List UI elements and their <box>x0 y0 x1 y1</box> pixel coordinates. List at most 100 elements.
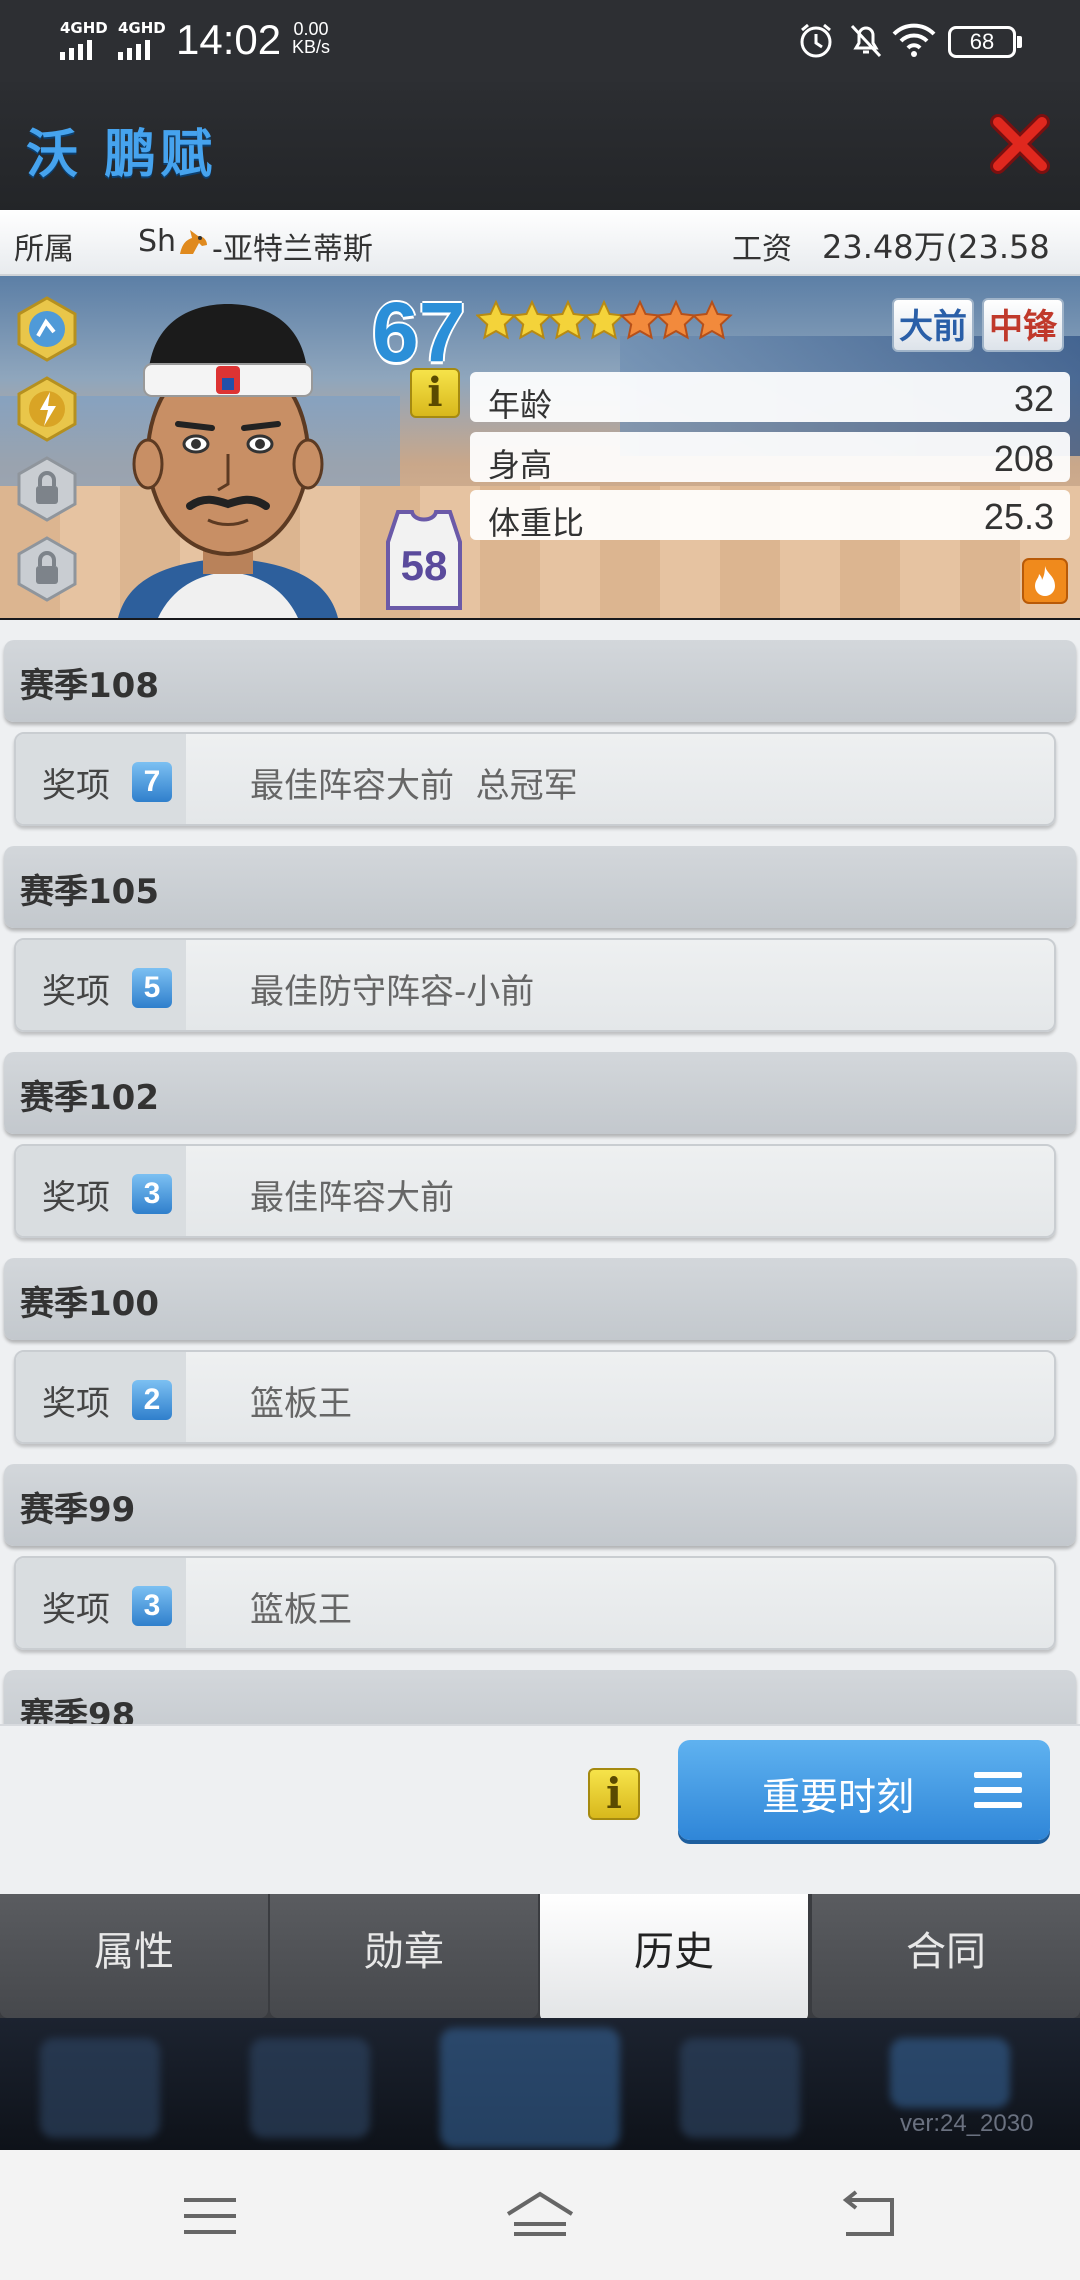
award-row[interactable]: 奖项 3 篮板王 <box>14 1556 1056 1650</box>
dock-item[interactable] <box>440 2028 620 2148</box>
version-label: ver:24_2030 <box>900 2110 1034 2137</box>
network-indicator-1: 4GHD <box>60 19 108 37</box>
net-speed-value: 0.00 <box>293 19 329 39</box>
season-title: 赛季98 <box>20 1696 136 1724</box>
clock: 14:02 <box>176 16 282 63</box>
horse-logo-icon <box>180 230 207 254</box>
battery-tip <box>1017 36 1022 48</box>
title-bar: 沃 鹏赋 <box>0 82 1080 210</box>
team-salary-strip: 所属 Sh -亚特兰蒂斯 工资 23.48万(23.58万) <box>0 210 1080 312</box>
season-title: 赛季108 <box>20 666 159 706</box>
menu-icon <box>974 1772 1022 1808</box>
award-row[interactable]: 奖项 3 最佳阵容大前 <box>14 1144 1056 1238</box>
home-icon[interactable] <box>504 2190 576 2238</box>
net-speed-unit: KB/s <box>292 37 331 57</box>
stat-row-weight-ratio: 体重比 25.3 <box>470 490 1070 542</box>
award-text: 最佳阵容大前 <box>250 1178 454 1218</box>
dock-item[interactable] <box>250 2038 370 2138</box>
back-icon[interactable] <box>842 2190 896 2238</box>
award-label: 奖项 <box>42 766 110 806</box>
stat-label: 身高 <box>488 446 553 484</box>
jersey-number: 58 <box>400 542 448 589</box>
game-dock: ver:24_2030 <box>0 2018 1080 2150</box>
stat-row-height: 身高 208 <box>470 432 1070 484</box>
tab-history[interactable]: 历史 <box>540 1894 808 2022</box>
award-row[interactable]: 奖项 7 最佳阵容大前 总冠军 <box>14 732 1056 826</box>
star-icon <box>476 301 516 339</box>
overall-rating: 67 <box>372 285 466 379</box>
award-count-badge: 2 <box>132 1380 172 1420</box>
award-label: 奖项 <box>42 972 110 1012</box>
badge-locked-icon[interactable] <box>14 536 80 602</box>
award-count-badge: 3 <box>132 1174 172 1214</box>
alarm-icon <box>800 23 832 58</box>
season-header: 赛季99 <box>4 1464 1076 1546</box>
season-header: 赛季102 <box>4 1052 1076 1134</box>
badge-lightning-icon[interactable] <box>14 376 80 442</box>
salary-label: 工资 <box>732 232 792 267</box>
tab-medals[interactable]: 勋章 <box>270 1894 538 2018</box>
badge-locked-icon[interactable] <box>14 456 80 522</box>
award-text: 篮板王 <box>250 1590 352 1630</box>
tab-bar: 属性 勋章 历史 合同 <box>0 1894 1080 2022</box>
dock-item[interactable] <box>680 2038 800 2138</box>
important-moments-button[interactable]: 重要时刻 <box>678 1740 1050 1840</box>
award-text: 最佳阵容大前 总冠军 <box>250 766 578 806</box>
star-rating <box>476 301 732 339</box>
team-name-prefix: Sh <box>138 224 177 259</box>
tab-attributes[interactable]: 属性 <box>0 1894 268 2018</box>
dock-item[interactable] <box>40 2038 160 2138</box>
star-icon <box>692 301 732 339</box>
stat-row-age: 年龄 32 <box>470 372 1070 424</box>
season-title: 赛季102 <box>20 1078 159 1118</box>
menu-icon[interactable] <box>184 2196 236 2236</box>
tab-contract[interactable]: 合同 <box>812 1894 1080 2018</box>
award-count-badge: 5 <box>132 968 172 1008</box>
network-indicator-2: 4GHD <box>118 19 166 37</box>
season-header: 赛季98 <box>4 1670 1076 1724</box>
team-name-suffix: -亚特兰蒂斯 <box>212 232 373 267</box>
season-header: 赛季108 <box>4 640 1076 722</box>
star-icon <box>620 301 660 339</box>
system-nav-bar <box>0 2150 1080 2280</box>
history-list[interactable]: 赛季108 奖项 7 最佳阵容大前 总冠军 赛季105 奖项 5 最佳防守阵容-… <box>0 620 1080 1724</box>
important-moments-label: 重要时刻 <box>762 1775 915 1819</box>
net-speed: 0.00 KB/s <box>292 20 330 56</box>
signal-icon <box>60 40 92 60</box>
fire-icon[interactable] <box>1022 558 1068 604</box>
action-bar: i 重要时刻 <box>0 1724 1080 1894</box>
battery-icon: 68 <box>948 26 1016 58</box>
award-count-badge: 3 <box>132 1586 172 1626</box>
award-row[interactable]: 奖项 2 篮板王 <box>14 1350 1056 1444</box>
star-icon <box>584 301 624 339</box>
badge-rebound-icon[interactable] <box>14 296 80 362</box>
status-bar: 4GHD 4GHD 14:02 0.00 KB/s 68 <box>0 0 1080 82</box>
season-title: 赛季105 <box>20 872 159 912</box>
position-tag-secondary: 中锋 <box>982 298 1064 352</box>
position-tag-primary: 大前 <box>892 298 974 352</box>
stat-value: 208 <box>993 438 1054 479</box>
dock-item[interactable] <box>890 2038 1010 2108</box>
stat-value: 32 <box>1013 378 1054 419</box>
team-label: 所属 <box>14 232 74 267</box>
award-label: 奖项 <box>42 1590 110 1630</box>
award-text: 最佳防守阵容-小前 <box>250 972 535 1012</box>
info-icon[interactable]: i <box>410 368 460 418</box>
award-row[interactable]: 奖项 5 最佳防守阵容-小前 <box>14 938 1056 1032</box>
star-icon <box>512 301 552 339</box>
signal-icon <box>118 40 150 60</box>
info-icon[interactable]: i <box>588 1768 640 1820</box>
award-label: 奖项 <box>42 1178 110 1218</box>
season-title: 赛季100 <box>20 1284 159 1324</box>
season-header: 赛季105 <box>4 846 1076 928</box>
stat-label: 体重比 <box>488 504 585 542</box>
player-name: 沃 鹏赋 <box>26 125 217 185</box>
star-icon <box>656 301 696 339</box>
close-icon[interactable] <box>990 114 1050 174</box>
award-label: 奖项 <box>42 1384 110 1424</box>
stat-label: 年龄 <box>488 386 553 424</box>
player-card: 58 67 大前 中锋 i 年龄 32 身高 208 体重比 25.3 <box>0 276 1080 618</box>
award-text: 篮板王 <box>250 1384 352 1424</box>
season-header: 赛季100 <box>4 1258 1076 1340</box>
star-icon <box>548 301 588 339</box>
